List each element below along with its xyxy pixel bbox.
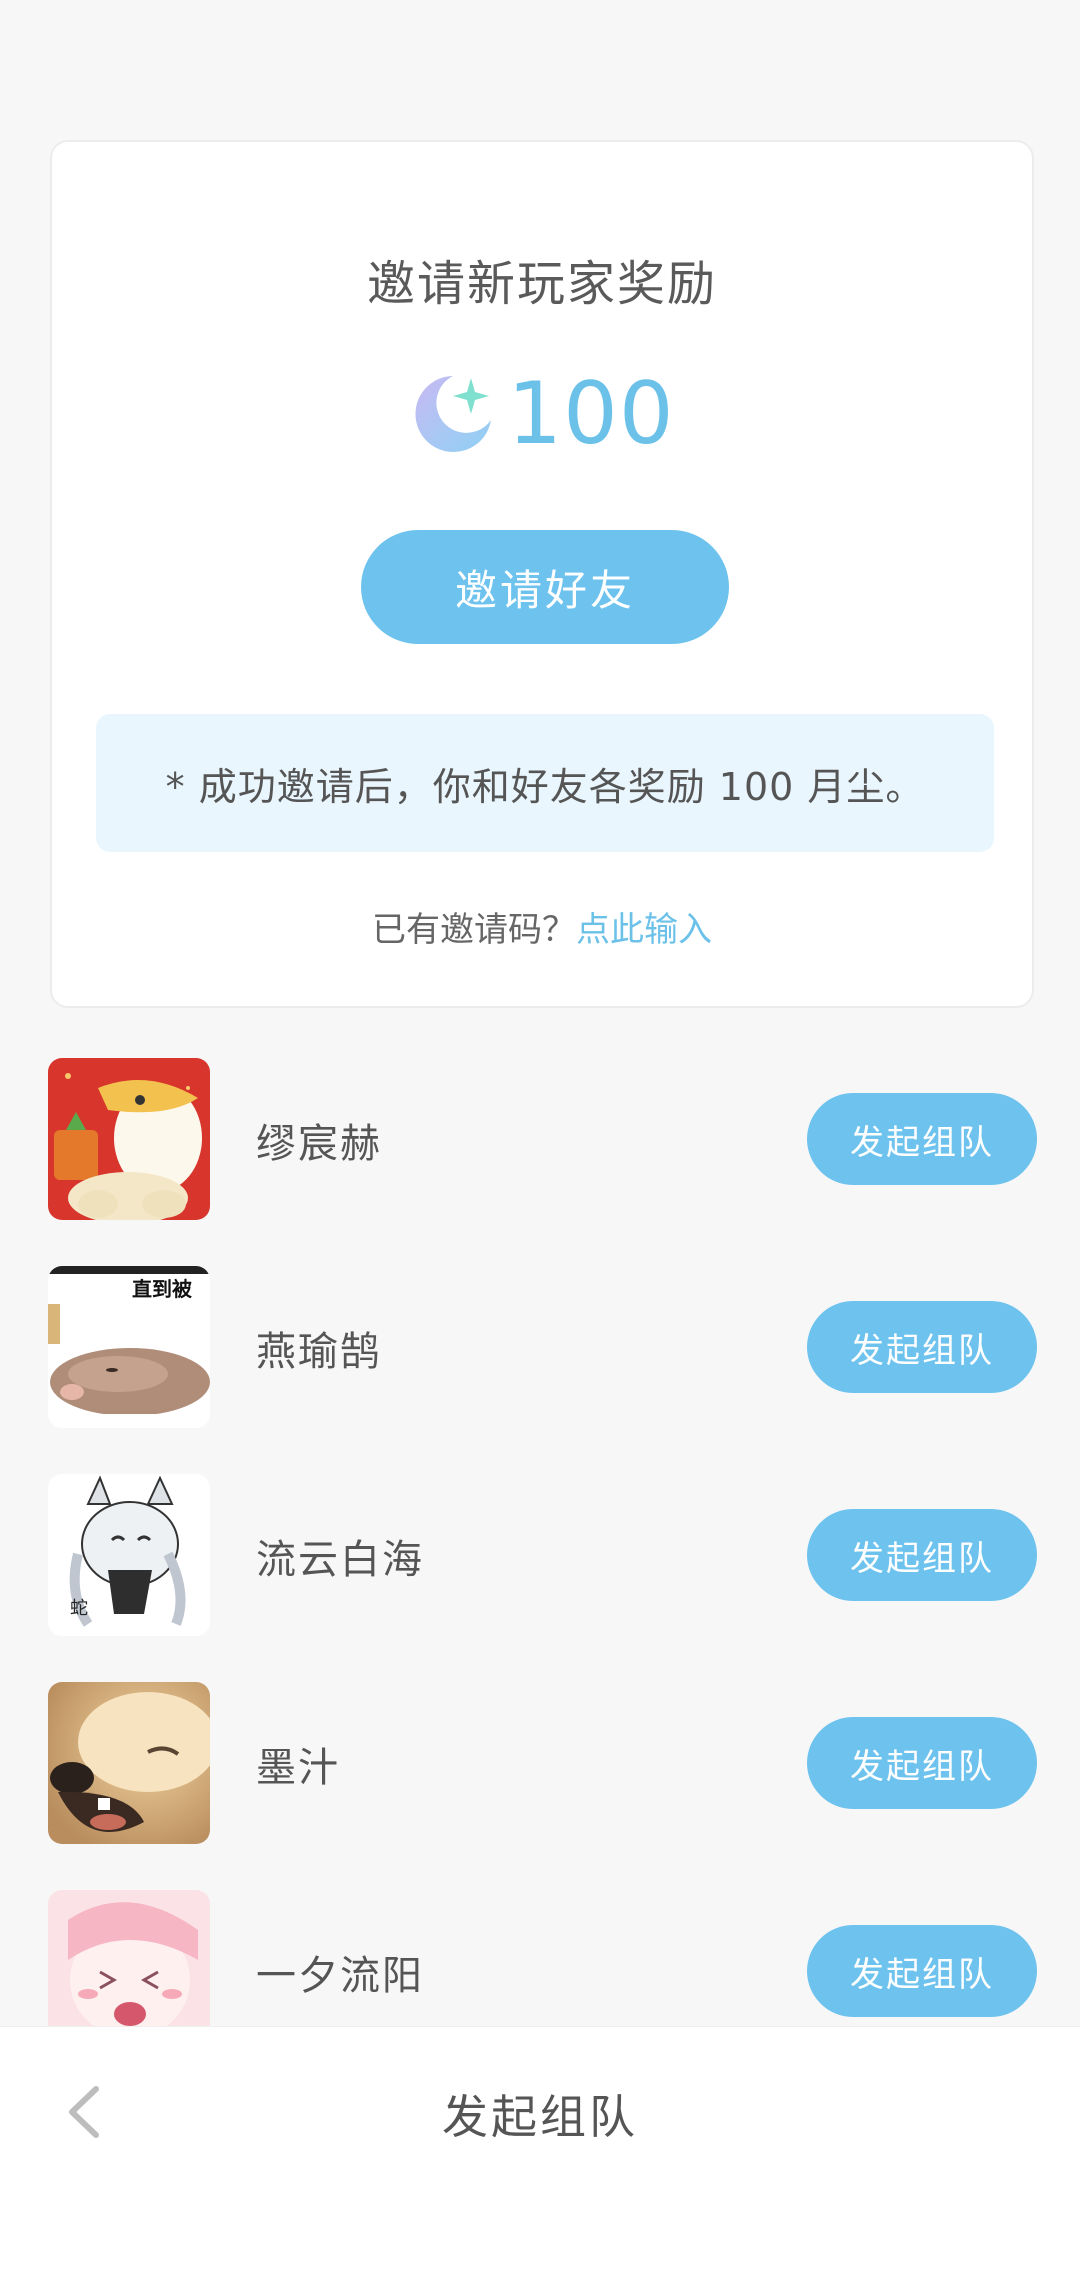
start-team-button[interactable]: 发起组队 (807, 1925, 1037, 2017)
reward-row: 100 (52, 364, 1032, 464)
pelican-sticker-avatar (48, 1058, 210, 1220)
bottom-title-bar: 发起组队 (0, 2026, 1080, 2281)
hamster-meme-avatar: 直到被 (48, 1266, 210, 1428)
start-team-button[interactable]: 发起组队 (807, 1093, 1037, 1185)
invite-card-title: 邀请新玩家奖励 (366, 256, 717, 312)
start-team-button[interactable]: 发起组队 (807, 1717, 1037, 1809)
friend-name: 燕瑜鹄 (256, 1329, 382, 1375)
svg-text:直到被: 直到被 (132, 1277, 193, 1301)
reward-amount: 100 (507, 364, 675, 464)
invite-code-row: 已有邀请码？点此输入 (52, 902, 1032, 951)
friend-name: 缪宸赫 (256, 1121, 382, 1167)
invite-friends-button[interactable]: 邀请好友 (361, 530, 729, 644)
friend-row: 缪宸赫 发起组队 (0, 1058, 1080, 1222)
moon-star-icon (409, 370, 497, 458)
page-title: 发起组队 (442, 2090, 638, 2144)
invite-code-prompt: 已有邀请码？ (372, 910, 576, 950)
friend-row: 直到被 燕瑜鹄 发起组队 (0, 1266, 1080, 1430)
friend-name: 墨汁 (256, 1745, 340, 1791)
start-team-button[interactable]: 发起组队 (807, 1509, 1037, 1601)
friend-row: 蛇 流云白海 发起组队 (0, 1474, 1080, 1638)
anime-foxgirl-avatar: 蛇 (48, 1474, 210, 1636)
friend-name: 流云白海 (256, 1537, 424, 1583)
friend-name: 一夕流阳 (256, 1953, 424, 1999)
invite-reward-card: 邀请新玩家奖励 100 邀请好友 * 成功邀请后，你和好友各奖励 100 月尘。… (50, 140, 1034, 1008)
friend-row: 墨汁 发起组队 (0, 1682, 1080, 1846)
svg-text:蛇: 蛇 (70, 1598, 88, 1619)
reward-notice: * 成功邀请后，你和好友各奖励 100 月尘。 (96, 714, 994, 852)
shiba-dog-avatar (48, 1682, 210, 1844)
start-team-button[interactable]: 发起组队 (807, 1301, 1037, 1393)
enter-code-link[interactable]: 点此输入 (576, 910, 712, 950)
